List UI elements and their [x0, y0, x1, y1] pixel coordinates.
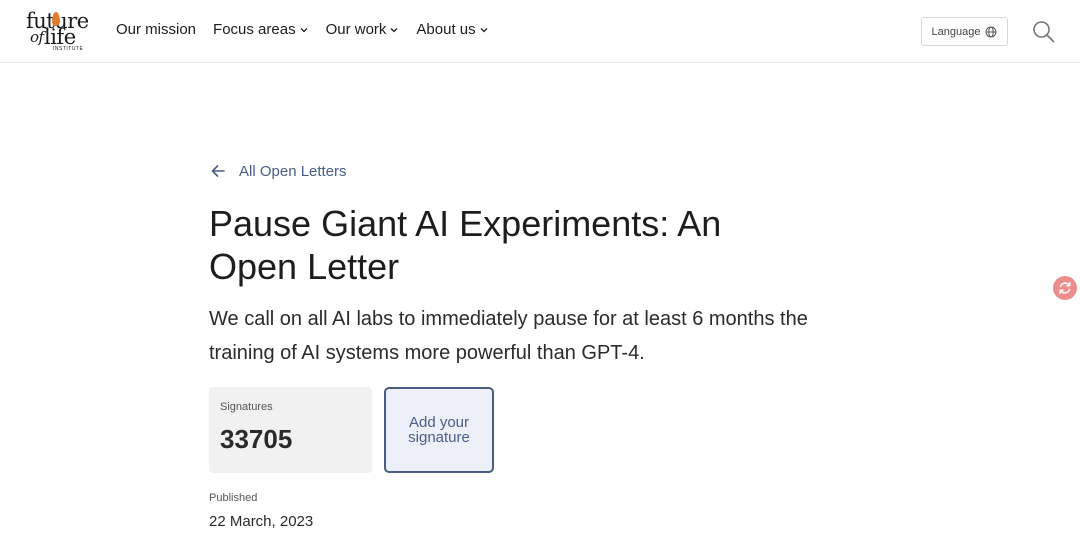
nav-item-focus-areas[interactable]: Focus areas: [213, 21, 309, 38]
search-icon[interactable]: [1032, 20, 1055, 43]
chevron-down-icon: [390, 28, 398, 33]
nav-item-label: Our mission: [116, 21, 197, 38]
back-to-open-letters-link[interactable]: All Open Letters: [209, 162, 347, 180]
nav-item-about-us[interactable]: About us: [416, 21, 488, 38]
main-nav: Our mission Focus areas Our work About u…: [116, 21, 506, 38]
nav-item-label: About us: [416, 21, 476, 38]
logo-text-line3: INSTITUTE: [53, 46, 84, 52]
nav-item-label: Focus areas: [213, 21, 296, 38]
published-date: 22 March, 2023: [209, 513, 314, 530]
signature-count-card: Signatures 33705: [209, 387, 372, 473]
chevron-down-icon: [300, 28, 308, 33]
nav-item-our-mission[interactable]: Our mission: [116, 21, 196, 38]
refresh-icon: [1059, 282, 1071, 294]
chevron-down-icon: [480, 28, 488, 33]
letter-summary: We call on all AI labs to immediately pa…: [209, 308, 808, 364]
signature-count-value: 33705: [220, 424, 293, 454]
site-header: future of life INSTITUTE Our mission Foc…: [0, 0, 1080, 63]
signature-count-label: Signatures: [220, 401, 273, 413]
logo-flame-icon: [52, 12, 60, 26]
arrow-left-icon: [211, 165, 225, 177]
nav-item-label: Our work: [325, 21, 387, 38]
nav-item-our-work[interactable]: Our work: [326, 21, 400, 38]
globe-icon: [985, 26, 997, 37]
back-link-label: All Open Letters: [239, 162, 347, 180]
page-title: Pause Giant AI Experiments: An Open Lett…: [209, 203, 722, 287]
language-label: Language: [931, 25, 981, 38]
fli-logo[interactable]: future of life INSTITUTE: [24, 9, 89, 53]
published-label: Published: [209, 492, 258, 504]
add-signature-button[interactable]: Add your signature: [384, 387, 494, 473]
logo-text-line2: of: [30, 28, 44, 46]
language-button[interactable]: Language: [921, 17, 1008, 46]
floating-translate-icon[interactable]: [1053, 276, 1077, 300]
